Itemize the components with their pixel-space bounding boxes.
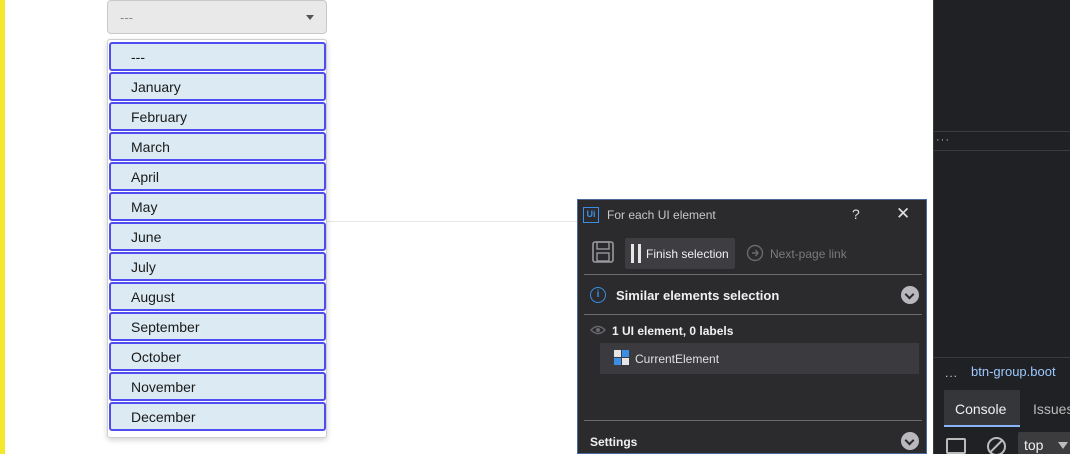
tab-console-label: Console (955, 401, 1007, 417)
option-placeholder[interactable]: --- (109, 42, 326, 71)
panel-title: For each UI element (607, 208, 716, 222)
context-selector[interactable]: top (1018, 432, 1070, 454)
option-february[interactable]: February (109, 102, 326, 131)
chevron-down-icon (306, 15, 314, 20)
expand-settings-chevron-icon[interactable] (901, 432, 919, 450)
tab-issues[interactable]: Issues (1033, 401, 1070, 417)
element-grid-icon (614, 350, 630, 366)
select-value: --- (120, 10, 133, 25)
help-button[interactable]: ? (852, 206, 860, 222)
current-element-label: CurrentElement (635, 352, 720, 366)
breadcrumb-overflow-icon[interactable]: ... (945, 366, 958, 380)
option-label: May (131, 199, 158, 215)
finish-selection-label: Finish selection (646, 247, 729, 261)
option-june[interactable]: June (109, 222, 326, 251)
uipath-selection-panel: Ui For each UI element ? ✕ Finish select… (577, 199, 927, 454)
collapse-similar-chevron-icon[interactable] (901, 286, 919, 304)
eye-icon[interactable] (590, 325, 606, 335)
option-label: January (131, 79, 181, 95)
devtools-divider (934, 131, 1070, 132)
next-page-link-button[interactable]: Next-page link (770, 247, 847, 261)
more-options-icon[interactable]: ··· (936, 134, 950, 146)
option-march[interactable]: March (109, 132, 326, 161)
option-label: November (131, 379, 196, 395)
option-label: September (131, 319, 200, 335)
element-count-label: 1 UI element, 0 labels (612, 324, 734, 338)
chevron-down-icon (1058, 442, 1068, 449)
save-icon[interactable] (592, 241, 614, 263)
option-december[interactable]: December (109, 402, 326, 431)
pause-bars-icon (631, 244, 641, 263)
close-button[interactable]: ✕ (896, 204, 910, 224)
option-label: July (131, 259, 156, 275)
option-label: April (131, 169, 160, 185)
panel-divider (584, 274, 922, 275)
panel-divider (584, 420, 922, 421)
option-july[interactable]: July (109, 252, 326, 281)
page-divider (325, 221, 578, 222)
option-august[interactable]: August (109, 282, 326, 311)
settings-heading: Settings (590, 435, 638, 449)
option-label: August (131, 289, 175, 305)
option-label: October (131, 349, 181, 365)
info-icon: i (590, 287, 606, 303)
clear-console-icon[interactable] (987, 437, 1006, 454)
finish-selection-button[interactable]: Finish selection (625, 238, 735, 269)
element-breadcrumb[interactable]: btn-group.boot (971, 364, 1056, 379)
option-january[interactable]: January (109, 72, 326, 101)
option-label: March (131, 139, 170, 155)
month-select[interactable]: --- (107, 0, 327, 34)
devtools-pane: ··· ... btn-group.boot Console Issues to… (933, 0, 1070, 454)
option-april[interactable]: April (109, 162, 326, 191)
next-page-icon (746, 244, 764, 262)
option-september[interactable]: September (109, 312, 326, 341)
current-element-row[interactable]: CurrentElement (600, 343, 919, 374)
month-dropdown-list: --- January February March April May Jun… (107, 39, 327, 438)
console-sidebar-icon[interactable] (946, 438, 966, 454)
tab-console[interactable]: Console (944, 390, 1020, 427)
similar-elements-heading: Similar elements selection (616, 288, 780, 303)
option-label: February (131, 109, 188, 125)
option-label: June (131, 229, 162, 245)
active-tab-underline (944, 425, 1020, 427)
option-label: --- (131, 49, 145, 65)
option-october[interactable]: October (109, 342, 326, 371)
option-november[interactable]: November (109, 372, 326, 401)
devtools-divider (934, 357, 1070, 358)
option-label: December (131, 409, 196, 425)
uipath-logo: Ui (583, 207, 599, 223)
panel-divider (584, 314, 922, 315)
context-value: top (1024, 437, 1044, 453)
option-may[interactable]: May (109, 192, 326, 221)
devtools-divider (934, 150, 1070, 151)
